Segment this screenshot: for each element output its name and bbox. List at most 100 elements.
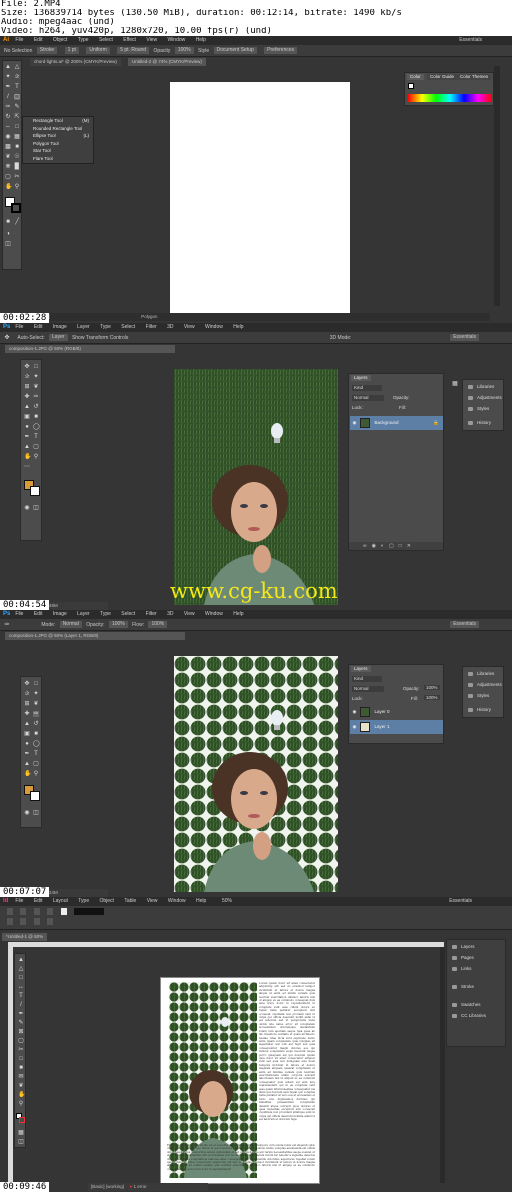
menu-select[interactable]: Select bbox=[121, 323, 135, 332]
menu-edit[interactable]: Edit bbox=[34, 610, 43, 619]
stroke-swatch[interactable] bbox=[19, 1117, 25, 1123]
screen-mode-icon[interactable]: ◫ bbox=[33, 810, 39, 816]
background-color[interactable] bbox=[30, 486, 40, 496]
flyout-ellipse-tool[interactable]: Ellipse Tool (L) bbox=[23, 132, 93, 140]
more-tools-icon[interactable]: ⋯ bbox=[24, 464, 30, 470]
eraser-icon[interactable]: ▣ bbox=[24, 731, 30, 737]
flyout-polygon-tool[interactable]: Polygon Tool bbox=[23, 140, 93, 148]
menu-view[interactable]: View bbox=[146, 36, 157, 45]
workspace-switcher[interactable]: Essentials bbox=[450, 621, 479, 628]
layer-row-background[interactable]: ◉ Background 🔒 bbox=[350, 416, 443, 430]
menu-type[interactable]: Type bbox=[78, 897, 89, 906]
panel-icon[interactable]: ▦ bbox=[452, 381, 458, 387]
gradient-tool-icon[interactable]: ■ bbox=[33, 731, 39, 737]
rotate-tool-icon[interactable]: ↻ bbox=[5, 114, 11, 120]
hand-tool-icon[interactable]: ✋ bbox=[24, 454, 31, 460]
text-frame-bottom[interactable]: Et harum quidem rerum facilis est et exp… bbox=[167, 1144, 315, 1182]
brush-definition[interactable]: 5 pt. Round bbox=[117, 47, 150, 55]
move-tool-icon[interactable]: ✥ bbox=[24, 681, 30, 687]
workspace-switcher[interactable]: Essentials bbox=[449, 897, 472, 906]
shape-tool-icon[interactable]: ▢ bbox=[33, 444, 39, 450]
x-field[interactable]: ​ bbox=[7, 908, 13, 916]
zoom-tool-icon[interactable]: ⚲ bbox=[33, 454, 39, 460]
canvas-photo[interactable] bbox=[174, 369, 338, 605]
tab-chord-lights[interactable]: chord-lights.ai* @ 200% (CMYK/Preview) bbox=[30, 58, 121, 66]
zoom-tool-icon[interactable]: ⚲ bbox=[14, 184, 20, 190]
menu-file[interactable]: File bbox=[15, 36, 23, 45]
workspace-switcher[interactable]: Essentials bbox=[450, 334, 479, 341]
quick-selection-icon[interactable]: ✦ bbox=[33, 374, 39, 380]
flyout-rounded-rectangle-tool[interactable]: Rounded Rectangle Tool bbox=[23, 125, 93, 133]
tab-untitled-2[interactable]: Untitled-2 @ 74% (CMYK/Preview) bbox=[128, 58, 206, 66]
page-tool-icon[interactable]: □ bbox=[18, 975, 24, 981]
stroke-label[interactable]: Stroke bbox=[36, 47, 58, 55]
selection-tool-icon[interactable]: ▲ bbox=[18, 957, 24, 963]
preferences-button[interactable]: Preferences bbox=[264, 47, 298, 55]
panel-pages[interactable]: Pages bbox=[449, 953, 474, 963]
path-selection-icon[interactable]: ▲ bbox=[24, 761, 30, 767]
pen-tool-icon[interactable]: ✒ bbox=[5, 84, 11, 90]
perspective-grid-icon[interactable]: ▦ bbox=[14, 134, 20, 140]
menu-window[interactable]: Window bbox=[205, 610, 223, 619]
graph-tool-icon[interactable]: ▉ bbox=[14, 164, 20, 170]
note-tool-icon[interactable]: ✉ bbox=[18, 1074, 24, 1080]
color-spectrum[interactable] bbox=[408, 94, 492, 102]
menu-filter[interactable]: Filter bbox=[146, 610, 157, 619]
background-color[interactable] bbox=[30, 791, 40, 801]
pen-tool-icon[interactable]: ✒ bbox=[24, 434, 30, 440]
menu-object[interactable]: Object bbox=[100, 897, 114, 906]
layer-row-layer-1[interactable]: ◉ Layer 1 bbox=[350, 720, 443, 734]
pen-tool-icon[interactable]: ✒ bbox=[18, 1011, 24, 1017]
w-field[interactable]: ​ bbox=[20, 908, 27, 916]
eye-icon[interactable]: ◉ bbox=[350, 705, 359, 719]
flyout-star-tool[interactable]: Star Tool bbox=[23, 147, 93, 155]
panel-layers[interactable]: Layers bbox=[449, 942, 475, 952]
tab-color-guide[interactable]: Color Guide bbox=[427, 74, 458, 80]
move-tool-icon[interactable]: ✥ bbox=[24, 364, 30, 370]
menu-object[interactable]: Object bbox=[53, 36, 67, 45]
text-frame-right[interactable]: Lorem ipsum dolor sit amet consectetur a… bbox=[259, 982, 315, 1142]
layer-row-layer-0[interactable]: ◉ Layer 0 bbox=[350, 705, 443, 719]
menu-select[interactable]: Select bbox=[121, 610, 135, 619]
free-transform-icon[interactable]: □ bbox=[18, 1056, 24, 1062]
shear-field[interactable]: ​ bbox=[47, 918, 54, 926]
tab-color-themes[interactable]: Color Themes bbox=[457, 74, 492, 80]
draw-mode-icon[interactable]: ◑ bbox=[5, 231, 11, 237]
lasso-icon[interactable]: ✰ bbox=[24, 374, 30, 380]
h-field[interactable]: ​ bbox=[20, 918, 27, 926]
dodge-tool-icon[interactable]: ◯ bbox=[33, 741, 40, 747]
tab-layers[interactable]: Layers bbox=[351, 375, 371, 381]
brush-tool-icon[interactable]: ✑ bbox=[4, 622, 10, 628]
healing-brush-icon[interactable]: ✚ bbox=[24, 394, 30, 400]
screen-mode-icon[interactable]: ◫ bbox=[33, 505, 39, 511]
scale-y-field[interactable]: ​ bbox=[33, 918, 40, 926]
history-brush-icon[interactable]: ↺ bbox=[33, 721, 39, 727]
stroke-profile[interactable]: Uniform bbox=[86, 47, 110, 55]
menu-table[interactable]: Table bbox=[124, 897, 136, 906]
clone-stamp-icon[interactable]: ▲ bbox=[24, 721, 30, 727]
crop-tool-icon[interactable]: ⊞ bbox=[24, 384, 30, 390]
type-tool-icon[interactable]: T bbox=[33, 434, 39, 440]
flyout-flare-tool[interactable]: Flare Tool bbox=[23, 155, 93, 163]
panel-history[interactable]: History bbox=[465, 418, 491, 428]
opacity-field[interactable]: 100% bbox=[174, 47, 194, 55]
direct-selection-tool-icon[interactable]: △ bbox=[14, 64, 20, 70]
opacity-field[interactable]: 100% bbox=[108, 621, 128, 629]
workspace-switcher[interactable]: Essentials bbox=[459, 36, 482, 45]
eyedropper-icon[interactable]: ❦ bbox=[33, 384, 39, 390]
tab-composition-1[interactable]: composition-1.JPG @ 50% (RGB/8) bbox=[5, 345, 175, 353]
y-field[interactable]: ​ bbox=[7, 918, 13, 926]
panel-styles[interactable]: Styles bbox=[465, 691, 489, 701]
panel-adjustments[interactable]: Adjustments bbox=[465, 680, 502, 690]
hand-tool-icon[interactable]: ✋ bbox=[5, 184, 12, 190]
menu-filter[interactable]: Filter bbox=[146, 323, 157, 332]
blend-mode-dropdown[interactable]: Normal bbox=[352, 395, 384, 401]
quick-mask-icon[interactable]: ◉ bbox=[24, 810, 30, 816]
menu-effect[interactable]: Effect bbox=[123, 36, 136, 45]
paintbrush-icon[interactable]: ✑ bbox=[5, 104, 11, 110]
zoom-level[interactable]: 50% bbox=[222, 897, 232, 906]
flow-field[interactable]: 100% bbox=[148, 621, 168, 629]
type-tool-icon[interactable]: T bbox=[33, 751, 39, 757]
pen-tool-icon[interactable]: ✒ bbox=[24, 751, 30, 757]
color-mode-icon[interactable]: ■ bbox=[5, 219, 11, 225]
